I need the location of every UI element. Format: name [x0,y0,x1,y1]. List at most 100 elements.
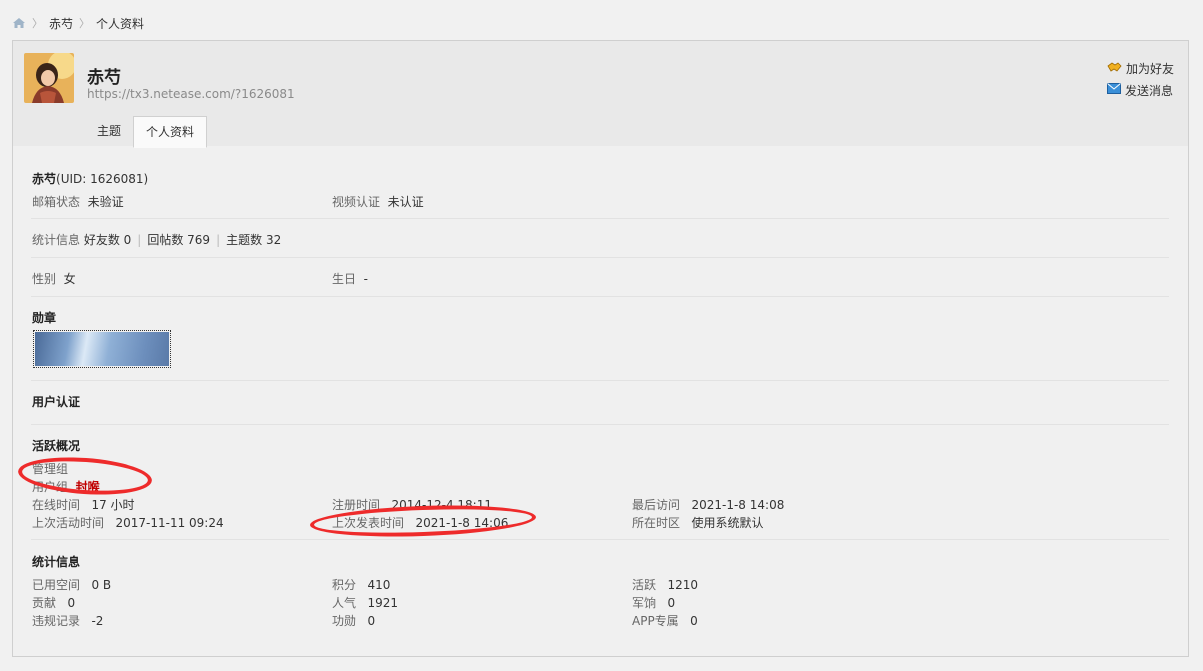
app-value: 0 [690,614,698,628]
divider [31,424,1169,425]
pay: 军饷 0 [632,594,675,611]
gender-value: 女 [63,272,76,286]
timezone: 所在时区 使用系统默认 [632,514,763,531]
admin-group-label: 管理组 [32,462,69,476]
points: 积分 410 [332,576,390,593]
profile-panel: 赤芍 https://tx3.netease.com/?1626081 加为好友… [12,40,1189,657]
merit-label: 功勋 [332,614,357,628]
timezone-value: 使用系统默认 [691,516,764,530]
divider [31,218,1169,219]
register-time: 注册时间 2014-12-4 18:11 [332,496,492,513]
last-visit: 最后访问 2021-1-8 14:08 [632,496,784,513]
popularity-label: 人气 [332,596,357,610]
envelope-icon [1106,83,1121,97]
friends-count[interactable]: 好友数 0 [84,233,131,247]
last-post-value: 2021-1-8 14:06 [415,516,509,530]
space-label: 已用空间 [32,578,81,592]
merit-value: 0 [367,614,376,628]
used-space: 已用空间 0 B [32,576,111,593]
contribution-label: 贡献 [32,596,57,610]
email-status: 邮箱状态 未验证 [32,193,124,210]
video-auth: 视频认证 未认证 [332,193,424,210]
active: 活跃 1210 [632,576,698,593]
email-status-value: 未验证 [87,195,124,209]
medal-badge[interactable] [33,330,171,368]
last-active-value: 2017-11-11 09:24 [115,516,224,530]
send-message-button[interactable]: 发送消息 [1106,79,1174,101]
divider [31,257,1169,258]
violations-label: 违规记录 [32,614,81,628]
breadcrumb-item-profile[interactable]: 个人资料 [96,15,144,32]
profile-actions: 加为好友 发送消息 [1106,57,1174,101]
register-value: 2014-12-4 18:11 [391,498,492,512]
birthday: 生日 - [332,270,368,287]
popularity-value: 1921 [367,596,399,610]
violations-value: -2 [91,614,104,628]
points-label: 积分 [332,578,357,592]
profile-name: 赤芍 [32,172,57,186]
points-value: 410 [367,578,391,592]
divider [31,539,1169,540]
birthday-value: - [363,272,368,286]
add-friend-label: 加为好友 [1125,61,1174,76]
gender: 性别 女 [32,270,76,287]
birthday-label: 生日 [332,272,357,286]
last-post: 上次发表时间 2021-1-8 14:06 [332,514,508,531]
home-icon[interactable] [12,17,26,29]
user-group: 用户组 封喉 [32,478,100,495]
uid-text: (UID: 1626081) [56,172,149,186]
avatar[interactable] [24,53,74,103]
user-auth-heading: 用户认证 [32,395,81,409]
last-visit-value: 2021-1-8 14:08 [691,498,785,512]
replies-count[interactable]: 回帖数 769 [147,233,210,247]
uid-line: 赤芍(UID: 1626081) [32,170,148,187]
add-friend-button[interactable]: 加为好友 [1107,57,1174,79]
chevron-right-icon: 〉 [32,17,43,30]
video-auth-value: 未认证 [387,195,424,209]
app-exclusive: APP专属 0 [632,612,698,629]
user-group-label: 用户组 [32,480,69,494]
divider [31,296,1169,297]
online-value: 17 小时 [91,498,135,512]
handshake-icon [1107,61,1122,76]
activity-heading: 活跃概况 [32,439,81,453]
video-auth-label: 视频认证 [332,195,381,209]
merit: 功勋 0 [332,612,375,629]
chevron-right-icon: 〉 [79,17,91,30]
popularity: 人气 1921 [332,594,398,611]
pay-value: 0 [667,596,676,610]
breadcrumb-item-user[interactable]: 赤芍 [49,15,73,32]
stats-label: 统计信息 [32,233,81,247]
tab-profile[interactable]: 个人资料 [133,116,208,148]
profile-tabs: 主题 个人资料 [85,116,208,148]
contribution: 贡献 0 [32,594,75,611]
last-active-label: 上次活动时间 [32,516,105,530]
profile-header: 赤芍 https://tx3.netease.com/?1626081 加为好友… [13,41,1188,148]
active-value: 1210 [667,578,699,592]
profile-username: 赤芍 [87,68,121,88]
register-label: 注册时间 [332,498,381,512]
profile-url[interactable]: https://tx3.netease.com/?1626081 [87,87,295,101]
email-status-label: 邮箱状态 [32,195,81,209]
gender-label: 性别 [32,272,57,286]
space-value: 0 B [91,578,112,592]
stats-line: 统计信息 好友数 0 | 回帖数 769 | 主题数 32 [32,233,282,247]
send-message-label: 发送消息 [1124,83,1173,98]
medals-heading: 勋章 [32,311,57,325]
statistics-heading: 统计信息 [32,555,81,569]
online-label: 在线时间 [32,498,81,512]
app-label: APP专属 [632,614,679,628]
tab-topics[interactable]: 主题 [85,116,133,146]
breadcrumb: 〉 赤芍 〉 个人资料 [12,14,144,32]
pay-label: 军饷 [632,596,657,610]
timezone-label: 所在时区 [632,516,681,530]
user-group-value[interactable]: 封喉 [76,480,100,494]
divider [31,380,1169,381]
online-time: 在线时间 17 小时 [32,496,135,513]
contribution-value: 0 [67,596,76,610]
topics-count[interactable]: 主题数 32 [226,233,281,247]
last-visit-label: 最后访问 [632,498,681,512]
last-post-label: 上次发表时间 [332,516,405,530]
violations: 违规记录 -2 [32,612,103,629]
active-label: 活跃 [632,578,657,592]
